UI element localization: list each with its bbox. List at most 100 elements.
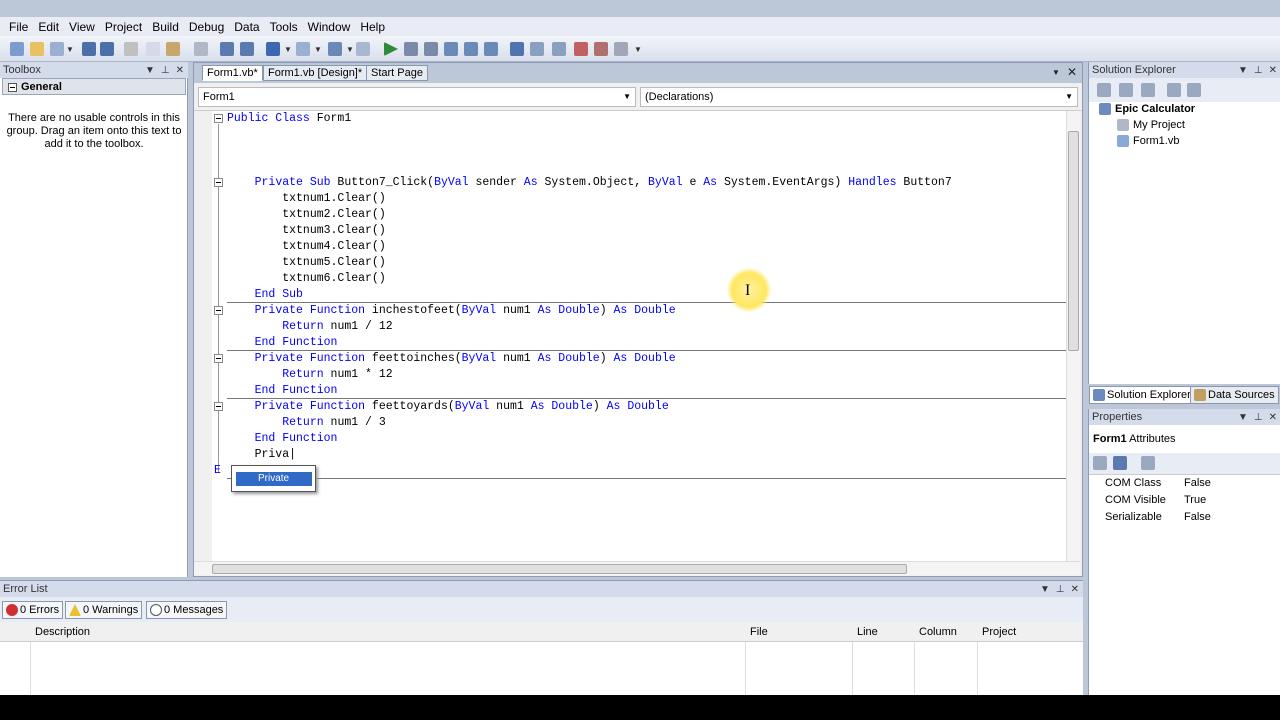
chevron-down-icon[interactable]: ▼	[314, 45, 322, 54]
member-combo[interactable]: (Declarations) ▼	[640, 87, 1078, 107]
step-out-icon[interactable]	[484, 42, 498, 56]
paste-icon[interactable]	[166, 42, 180, 56]
collapse-icon[interactable]	[214, 178, 223, 187]
menu-view[interactable]: View	[64, 20, 100, 34]
find-in-files-icon[interactable]	[510, 42, 524, 56]
save-all-icon[interactable]	[100, 42, 114, 56]
vertical-scroll-thumb[interactable]	[1068, 131, 1079, 351]
stop-icon[interactable]	[424, 42, 438, 56]
start-debugging-icon[interactable]	[384, 42, 398, 56]
errors-filter-button[interactable]: 0 Errors	[2, 601, 64, 619]
toolbox-group-general[interactable]: General	[2, 78, 186, 95]
menu-edit[interactable]: Edit	[33, 20, 64, 34]
chevron-down-icon[interactable]: ▼	[1238, 65, 1248, 76]
uncomment-icon[interactable]	[240, 42, 254, 56]
step-into-icon[interactable]	[444, 42, 458, 56]
view-designer-icon[interactable]	[1187, 83, 1201, 97]
property-row[interactable]: COM Class False	[1089, 475, 1280, 492]
code-area[interactable]: Public Class Form1 Private Sub Button7_C…	[212, 111, 1066, 561]
show-all-files-icon[interactable]	[1119, 83, 1133, 97]
comment-icon[interactable]	[220, 42, 234, 56]
close-icon[interactable]: ✕	[176, 65, 184, 76]
cut-icon[interactable]	[124, 42, 138, 56]
collapse-icon[interactable]	[214, 402, 223, 411]
properties-object-selector[interactable]: Form1 Attributes	[1093, 433, 1176, 445]
close-icon[interactable]: ✕	[1067, 65, 1077, 79]
start-page-icon[interactable]	[614, 42, 628, 56]
tab-solution-explorer[interactable]: Solution Explorer	[1089, 386, 1195, 404]
pin-icon[interactable]: ⊥	[1254, 65, 1263, 76]
column-header-line[interactable]: Line	[857, 626, 878, 638]
chevron-down-icon[interactable]: ▼	[1238, 412, 1248, 423]
pause-icon[interactable]	[404, 42, 418, 56]
close-icon[interactable]: ✕	[1269, 65, 1277, 76]
property-row[interactable]: COM Visible True	[1089, 492, 1280, 509]
open-file-icon[interactable]	[30, 42, 44, 56]
chevron-down-icon[interactable]: ▼	[145, 65, 155, 76]
chevron-down-icon[interactable]: ▼	[66, 45, 74, 54]
column-header-file[interactable]: File	[750, 626, 768, 638]
toolbar-options-icon[interactable]: ▼	[634, 45, 642, 54]
copy-icon[interactable]	[146, 42, 160, 56]
property-value[interactable]: False	[1184, 477, 1211, 489]
property-value[interactable]: True	[1184, 494, 1206, 506]
pin-icon[interactable]: ⊥	[1056, 584, 1065, 595]
chevron-down-icon[interactable]: ▼	[284, 45, 292, 54]
pin-icon[interactable]: ⊥	[1254, 412, 1263, 423]
solution-explorer-icon[interactable]	[530, 42, 544, 56]
collapse-icon[interactable]	[214, 354, 223, 363]
object-browser-icon[interactable]	[574, 42, 588, 56]
warnings-filter-button[interactable]: 0 Warnings	[65, 601, 143, 619]
navigate-back-icon[interactable]	[328, 42, 342, 56]
step-over-icon[interactable]	[464, 42, 478, 56]
chevron-down-icon[interactable]: ▼	[1040, 584, 1050, 595]
solution-root[interactable]: Epic Calculator	[1099, 102, 1195, 116]
menu-help[interactable]: Help	[355, 20, 390, 34]
properties-icon[interactable]	[1097, 83, 1111, 97]
menu-project[interactable]: Project	[100, 20, 147, 34]
collapse-icon[interactable]	[214, 306, 223, 315]
horizontal-scrollbar[interactable]	[194, 561, 1080, 575]
tab-data-sources[interactable]: Data Sources	[1190, 386, 1279, 404]
horizontal-scroll-thumb[interactable]	[212, 564, 907, 574]
navigate-forward-icon[interactable]	[356, 42, 370, 56]
menu-window[interactable]: Window	[303, 20, 356, 34]
column-header-project[interactable]: Project	[982, 626, 1016, 638]
vertical-scrollbar[interactable]	[1066, 111, 1080, 561]
refresh-icon[interactable]	[1141, 83, 1155, 97]
messages-filter-button[interactable]: 0 Messages	[146, 601, 228, 619]
solution-item-form1[interactable]: Form1.vb	[1117, 134, 1179, 148]
column-header-description[interactable]: Description	[35, 626, 90, 638]
menu-data[interactable]: Data	[229, 20, 264, 34]
close-icon[interactable]: ✕	[1269, 412, 1277, 423]
new-project-icon[interactable]	[10, 42, 24, 56]
save-icon[interactable]	[82, 42, 96, 56]
intellisense-item-private[interactable]: Private	[236, 472, 312, 486]
toolbox-icon[interactable]	[594, 42, 608, 56]
find-icon[interactable]	[194, 42, 208, 56]
tab-form1-vb[interactable]: Form1.vb*	[202, 65, 263, 81]
class-combo[interactable]: Form1 ▼	[198, 87, 636, 107]
categorized-icon[interactable]	[1093, 456, 1107, 470]
add-item-icon[interactable]	[50, 42, 64, 56]
menu-debug[interactable]: Debug	[184, 20, 229, 34]
property-pages-icon[interactable]	[1141, 456, 1155, 470]
tab-form1-design[interactable]: Form1.vb [Design]*	[263, 65, 368, 81]
column-header-column[interactable]: Column	[919, 626, 957, 638]
tab-start-page[interactable]: Start Page	[366, 65, 428, 81]
solution-item-my-project[interactable]: My Project	[1117, 118, 1185, 132]
view-code-icon[interactable]	[1167, 83, 1181, 97]
menu-build[interactable]: Build	[147, 20, 184, 34]
alphabetical-icon[interactable]	[1113, 456, 1127, 470]
menu-tools[interactable]: Tools	[265, 20, 303, 34]
property-row[interactable]: Serializable False	[1089, 509, 1280, 526]
menu-file[interactable]: File	[4, 20, 33, 34]
chevron-down-icon[interactable]: ▼	[346, 45, 354, 54]
property-value[interactable]: False	[1184, 511, 1211, 523]
redo-icon[interactable]	[296, 42, 310, 56]
undo-icon[interactable]	[266, 42, 280, 56]
chevron-down-icon[interactable]: ▼	[1052, 68, 1060, 77]
pin-icon[interactable]: ⊥	[161, 65, 170, 76]
collapse-icon[interactable]	[214, 114, 223, 123]
properties-window-icon[interactable]	[552, 42, 566, 56]
